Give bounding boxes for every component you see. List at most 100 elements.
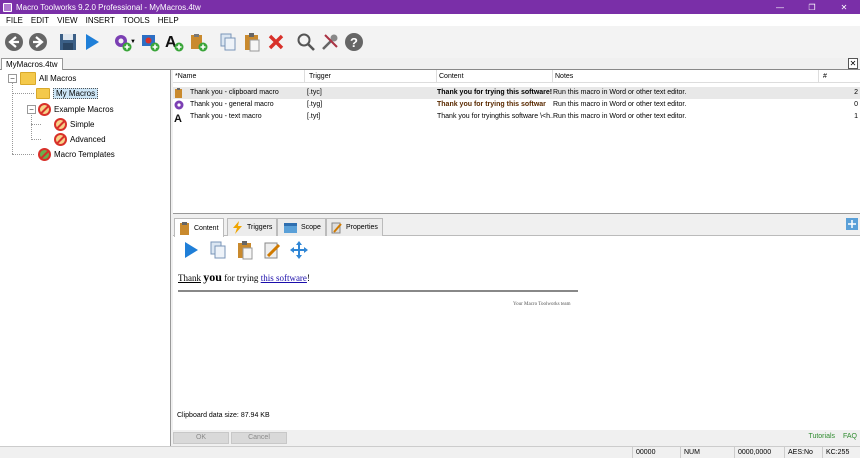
row-name: Thank you - general macro <box>190 101 274 108</box>
disabled-folder-icon <box>54 117 67 131</box>
tools-button[interactable] <box>318 29 342 55</box>
cancel-button[interactable]: Cancel <box>231 432 287 444</box>
tree-item-my-macros[interactable]: My Macros <box>36 86 99 100</box>
move-button[interactable] <box>285 237 312 263</box>
text-add-icon: A <box>165 34 184 52</box>
row-content: Thank you for tryingthis software \<h... <box>437 113 553 120</box>
expand-pane-icon[interactable] <box>846 218 858 230</box>
paste-button[interactable] <box>240 29 264 55</box>
copy-icon <box>220 33 236 51</box>
run-macro-button[interactable] <box>177 237 204 263</box>
menu-file[interactable]: FILE <box>2 16 27 25</box>
table-row[interactable]: Thank you - general macro [.tyg] Thank y… <box>173 99 860 111</box>
tab-scope[interactable]: Scope <box>277 218 326 236</box>
move-arrows-icon <box>289 241 308 259</box>
main-toolbar: ▼ A ? <box>0 26 860 58</box>
status-bar: 00000 NUM 0000,0000 AES:No KC:255 <box>0 446 860 458</box>
row-notes: Run this macro in Word or other text edi… <box>553 113 687 120</box>
collapse-example-macros[interactable]: − <box>27 105 36 114</box>
run-button[interactable] <box>80 29 104 55</box>
close-document-button[interactable]: ✕ <box>848 58 858 69</box>
status-position: 0000,0000 <box>734 447 774 458</box>
row-trigger: [.tyg] <box>307 101 323 108</box>
column-notes[interactable]: Notes <box>553 70 819 83</box>
back-button[interactable] <box>2 29 26 55</box>
new-hotkey-macro-button[interactable] <box>138 29 162 55</box>
row-notes: Run this macro in Word or other text edi… <box>553 101 687 108</box>
status-num: NUM <box>680 447 703 458</box>
tab-content[interactable]: Content <box>174 218 224 237</box>
monitor-add-icon <box>142 35 160 52</box>
content-link[interactable]: this software <box>261 273 307 283</box>
folder-icon <box>20 71 36 85</box>
menu-help[interactable]: HELP <box>154 16 183 25</box>
copy-content-button[interactable] <box>204 237 231 263</box>
menu-edit[interactable]: EDIT <box>27 16 53 25</box>
search-button[interactable] <box>294 29 318 55</box>
paste-content-button[interactable] <box>231 237 258 263</box>
window-title: Macro Toolworks 9.2.0 Professional - MyM… <box>16 2 201 12</box>
delete-x-icon <box>268 34 284 50</box>
edit-content-button[interactable] <box>258 237 285 263</box>
folder-icon <box>36 87 50 99</box>
tree-item-advanced[interactable]: Advanced <box>54 132 106 146</box>
column-name[interactable]: *Name <box>173 70 305 83</box>
window-scope-icon <box>284 223 297 233</box>
tab-mymacros[interactable]: MyMacros.4tw <box>1 58 63 70</box>
macro-list: *Name Trigger Content Notes # Thank you … <box>173 70 860 214</box>
row-content: Thank you for trying this software! _ <box>437 89 553 96</box>
row-trigger: [.tyt] <box>307 113 321 120</box>
tab-triggers[interactable]: Triggers <box>227 218 278 236</box>
copy-button[interactable] <box>216 29 240 55</box>
menu-view[interactable]: VIEW <box>53 16 81 25</box>
clipboard-size-label: Clipboard data size: 87.94 KB <box>177 412 270 419</box>
menu-tools[interactable]: TOOLS <box>119 16 154 25</box>
new-clipboard-macro-button[interactable] <box>186 29 210 55</box>
row-content: Thank you for trying this softwar <box>437 101 546 108</box>
row-notes: Run this macro in Word or other text edi… <box>553 89 687 96</box>
row-name: Thank you - text macro <box>190 113 262 120</box>
row-trigger: [.tyc] <box>307 89 322 96</box>
tree-item-all-macros[interactable]: All Macros <box>20 71 76 85</box>
row-count: 1 <box>854 113 858 120</box>
menu-insert[interactable]: INSERT <box>82 16 119 25</box>
clipboard-add-icon <box>191 34 208 52</box>
close-window-button[interactable]: ✕ <box>828 0 860 14</box>
play-icon <box>184 242 198 258</box>
arrow-left-icon <box>5 33 23 51</box>
dialog-buttons: OK Cancel Tutorials FAQ <box>173 430 860 446</box>
help-button[interactable]: ? <box>342 29 366 55</box>
column-content[interactable]: Content <box>437 70 553 83</box>
tutorials-link[interactable]: Tutorials <box>808 433 835 440</box>
table-row[interactable]: A Thank you - text macro [.tyt] Thank yo… <box>173 111 860 123</box>
clipboard-icon <box>175 88 182 98</box>
tree-item-simple[interactable]: Simple <box>54 117 94 131</box>
tab-properties[interactable]: Properties <box>326 218 383 236</box>
faq-link[interactable]: FAQ <box>843 433 857 440</box>
templates-icon <box>38 147 51 161</box>
status-kc: KC:255 <box>822 447 852 458</box>
search-icon <box>297 33 315 51</box>
collapse-all-macros[interactable]: − <box>8 74 17 83</box>
forward-button[interactable] <box>26 29 50 55</box>
paste-icon <box>245 33 260 52</box>
tree-item-macro-templates[interactable]: Macro Templates <box>38 147 115 161</box>
minimize-button[interactable]: — <box>764 0 796 14</box>
disabled-folder-icon <box>38 102 51 116</box>
status-counter: 00000 <box>632 447 658 458</box>
status-aes: AES:No <box>784 447 816 458</box>
table-row[interactable]: Thank you - clipboard macro [.tyc] Thank… <box>173 87 860 99</box>
clipboard-icon <box>180 221 189 235</box>
document-tabs: MyMacros.4tw ✕ <box>0 58 860 70</box>
delete-button[interactable] <box>264 29 288 55</box>
save-button[interactable] <box>56 29 80 55</box>
content-toolbar <box>173 238 312 262</box>
list-header: *Name Trigger Content Notes # <box>173 70 860 83</box>
column-count[interactable]: # <box>821 70 860 83</box>
new-macro-button[interactable] <box>110 29 134 55</box>
column-trigger[interactable]: Trigger <box>307 70 437 83</box>
new-text-macro-button[interactable]: A <box>162 29 186 55</box>
maximize-button[interactable]: ❐ <box>796 0 828 14</box>
tree-item-example-macros[interactable]: Example Macros <box>38 102 114 116</box>
ok-button[interactable]: OK <box>173 432 229 444</box>
